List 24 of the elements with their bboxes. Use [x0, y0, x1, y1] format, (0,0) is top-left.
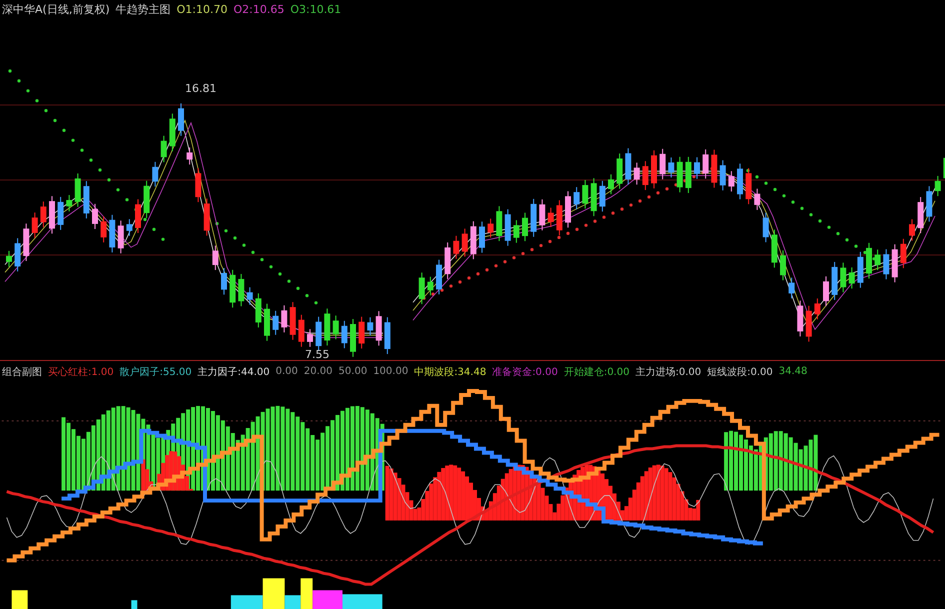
indicator-value: 100.00 — [373, 366, 408, 378]
price-label: 7.55 — [305, 348, 330, 361]
indicator-value: 买心红柱:1.00 — [48, 366, 114, 379]
price-label: 16.81 — [185, 82, 216, 95]
indicator-value: 34.48 — [778, 366, 808, 378]
subchart-title: 组合副图 — [2, 366, 42, 379]
indicator-value: 20.00 — [304, 366, 333, 378]
indicator-value: O1:10.70 — [176, 3, 228, 16]
indicator-value: 准备资金:0.00 — [492, 366, 558, 379]
indicator-value: 散户因子:55.00 — [120, 366, 192, 379]
signal-block — [131, 600, 138, 609]
indicator-value: 中期波段:34.48 — [414, 366, 486, 379]
indicator-value: 50.00 — [338, 366, 368, 378]
indicator-value: O2:10.65 — [233, 3, 284, 16]
indicator-value: 短线波段:0.00 — [707, 366, 773, 379]
indicator-value: 主力因子:44.00 — [198, 366, 270, 379]
indicator-value: 0.00 — [276, 366, 298, 378]
indicator-name: 牛趋势主图 — [116, 2, 171, 18]
chart-title: 深中华A(日线,前复权) — [2, 2, 110, 18]
indicator-value: 开始建仓:0.00 — [564, 366, 630, 379]
indicator-value: O3:10.61 — [290, 3, 342, 16]
signal-block — [12, 590, 28, 609]
signal-block — [342, 594, 382, 609]
indicator-value: 主力进场:0.00 — [635, 366, 702, 379]
